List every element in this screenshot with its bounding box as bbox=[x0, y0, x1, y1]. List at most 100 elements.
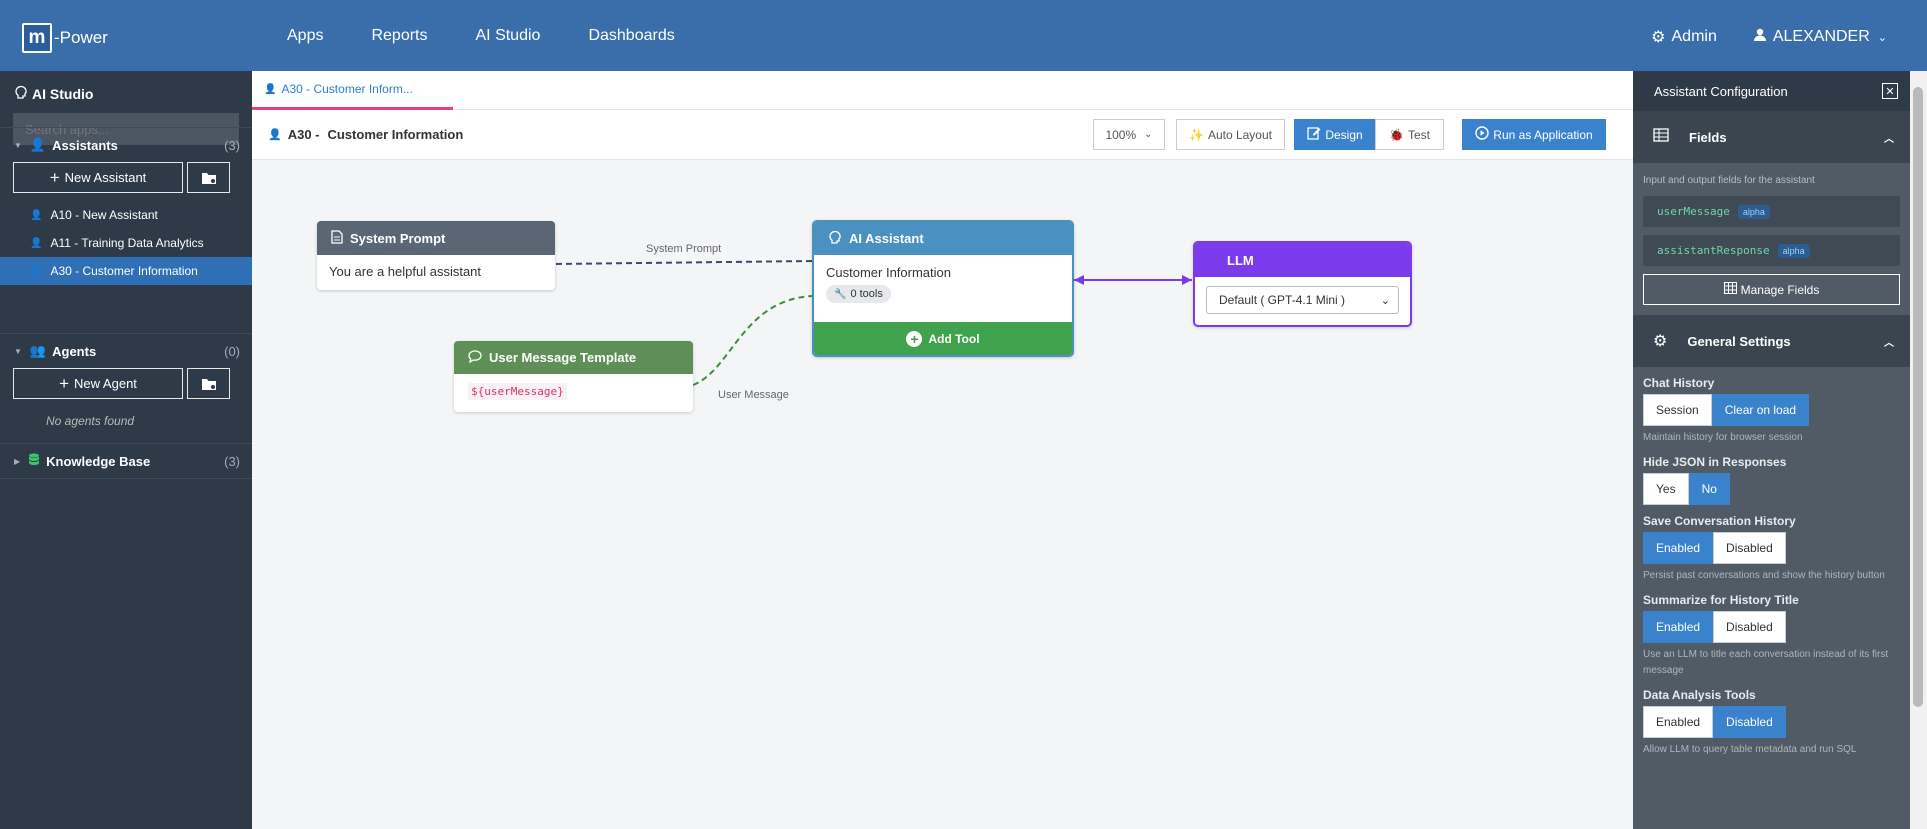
option-clear-on-load[interactable]: Clear on load bbox=[1711, 394, 1810, 426]
system-prompt-body: You are a helpful assistant bbox=[329, 264, 482, 279]
user-message-template-header[interactable]: User Message Template bbox=[454, 341, 693, 374]
top-navbar: m -Power Apps Reports AI Studio Dashboar… bbox=[0, 0, 1927, 71]
field-row[interactable]: assistantResponse alpha bbox=[1643, 235, 1900, 266]
admin-menu[interactable]: ⚙ Admin bbox=[1651, 27, 1717, 47]
admin-label: Admin bbox=[1671, 28, 1717, 45]
llm-model-select[interactable]: Default ( GPT-4.1 Mini ) ⌄ bbox=[1206, 286, 1399, 314]
assistants-count: (3) bbox=[224, 137, 240, 153]
option-disabled[interactable]: Disabled bbox=[1713, 532, 1786, 564]
table-icon bbox=[1653, 127, 1669, 147]
play-circle-icon bbox=[1475, 126, 1489, 143]
edit-icon bbox=[1307, 126, 1321, 143]
folder-icon bbox=[201, 172, 216, 184]
nav-dashboards[interactable]: Dashboards bbox=[588, 27, 674, 45]
design-button[interactable]: Design bbox=[1294, 119, 1376, 150]
setting-label: Data Analysis Tools bbox=[1643, 688, 1756, 702]
llm-title: LLM bbox=[1227, 252, 1254, 268]
option-disabled[interactable]: Disabled bbox=[1713, 706, 1786, 738]
person-icon: 👤 bbox=[30, 237, 43, 249]
knowledge-count: (3) bbox=[224, 453, 240, 469]
app-logo[interactable]: m -Power bbox=[22, 23, 108, 53]
user-message-edge-label: User Message bbox=[718, 389, 789, 401]
sidebar: AI Studio ▼ 👤 Assistants (3) + New Assis… bbox=[0, 71, 252, 829]
add-tool-label: Add Tool bbox=[928, 331, 980, 346]
agent-folder-button[interactable] bbox=[187, 368, 230, 399]
person-icon: 👤 bbox=[268, 129, 282, 141]
table-icon bbox=[1723, 282, 1737, 297]
username: ALEXANDER bbox=[1772, 28, 1870, 45]
close-icon[interactable]: ✕ bbox=[1882, 83, 1898, 99]
setting-description: Maintain history for browser session bbox=[1643, 432, 1803, 443]
hide-json-toggle: Yes No bbox=[1643, 473, 1910, 505]
assistants-section: ▼ 👤 Assistants (3) + New Assistant 👤 A10… bbox=[0, 127, 252, 285]
caret-down-icon: ▼ bbox=[14, 346, 22, 356]
tools-badge[interactable]: 🔧 0 tools bbox=[826, 285, 891, 303]
zoom-value: 100% bbox=[1105, 127, 1137, 142]
ai-assistant-name: Customer Information bbox=[826, 265, 951, 280]
page-title-prefix: A30 - bbox=[287, 127, 320, 142]
system-prompt-title: System Prompt bbox=[350, 230, 446, 246]
nav-reports[interactable]: Reports bbox=[371, 27, 427, 45]
auto-layout-button[interactable]: ✨ Auto Layout bbox=[1176, 119, 1285, 150]
run-as-application-button[interactable]: Run as Application bbox=[1462, 119, 1606, 150]
agents-header[interactable]: ▼ 👥 Agents (0) bbox=[0, 334, 252, 368]
person-icon: 👤 bbox=[29, 137, 47, 152]
new-assistant-button[interactable]: + New Assistant bbox=[13, 162, 183, 193]
option-enabled[interactable]: Enabled bbox=[1643, 532, 1714, 564]
setting-description: Allow LLM to query table metadata and ru… bbox=[1643, 744, 1857, 755]
llm-header[interactable]: LLM bbox=[1195, 243, 1410, 277]
panel-header: Assistant Configuration ✕ bbox=[1633, 71, 1910, 111]
assistant-item-active[interactable]: 👤 A30 - Customer Information bbox=[0, 257, 252, 285]
agents-section: ▼ 👥 Agents (0) + New Agent No agents fou… bbox=[0, 333, 252, 445]
add-tool-button[interactable]: + Add Tool bbox=[814, 322, 1072, 355]
assistants-header[interactable]: ▼ 👤 Assistants (3) bbox=[0, 128, 252, 162]
setting-label: Save Conversation History bbox=[1643, 514, 1796, 528]
general-settings-title: General Settings bbox=[1687, 333, 1791, 349]
design-label: Design bbox=[1325, 127, 1363, 142]
system-prompt-header[interactable]: System Prompt bbox=[317, 221, 555, 255]
wrench-icon: 🔧 bbox=[834, 288, 847, 300]
option-session[interactable]: Session bbox=[1643, 394, 1712, 426]
llm-model-value: Default ( GPT-4.1 Mini ) bbox=[1219, 293, 1346, 307]
option-enabled[interactable]: Enabled bbox=[1643, 706, 1714, 738]
editor-toolbar: 👤 A30 - Customer Information 100% ⌄ ✨ Au… bbox=[252, 110, 1633, 160]
general-settings-header[interactable]: ⚙ General Settings ︿ bbox=[1633, 315, 1910, 367]
new-agent-button[interactable]: + New Agent bbox=[13, 368, 183, 399]
knowledge-header[interactable]: ▶ Knowledge Base (3) bbox=[0, 444, 252, 478]
test-button[interactable]: 🐞 Test bbox=[1375, 119, 1444, 150]
nav-ai-studio[interactable]: AI Studio bbox=[476, 27, 541, 45]
system-prompt-node[interactable]: System Prompt You are a helpful assistan… bbox=[317, 221, 555, 290]
assistant-item[interactable]: 👤 A10 - New Assistant bbox=[0, 201, 252, 229]
option-yes[interactable]: Yes bbox=[1643, 473, 1689, 505]
tab-bar: 👤 A30 - Customer Inform... bbox=[252, 71, 1633, 110]
ai-assistant-node[interactable]: AI Assistant Customer Information 🔧 0 to… bbox=[812, 220, 1074, 357]
plus-icon: + bbox=[49, 167, 60, 187]
person-icon: 👤 bbox=[30, 209, 43, 221]
arrow-right-icon bbox=[1182, 275, 1192, 285]
field-row[interactable]: userMessage alpha bbox=[1643, 196, 1900, 227]
llm-node[interactable]: LLM Default ( GPT-4.1 Mini ) ⌄ bbox=[1193, 241, 1412, 327]
tab-customer-information[interactable]: 👤 A30 - Customer Inform... bbox=[252, 71, 453, 110]
user-message-template-node[interactable]: User Message Template ${userMessage} bbox=[454, 341, 693, 412]
assistant-actions: + New Assistant bbox=[0, 162, 252, 193]
option-disabled[interactable]: Disabled bbox=[1713, 611, 1786, 643]
knowledge-label: Knowledge Base bbox=[46, 453, 151, 469]
zoom-select[interactable]: 100% ⌄ bbox=[1093, 119, 1165, 150]
assistant-item[interactable]: 👤 A11 - Training Data Analytics bbox=[0, 229, 252, 257]
magic-wand-icon: ✨ bbox=[1188, 127, 1204, 142]
flow-canvas[interactable]: System Prompt User Message System Prompt… bbox=[252, 160, 1633, 829]
assistant-folder-button[interactable] bbox=[187, 162, 230, 193]
fields-section-header[interactable]: Fields ︿ bbox=[1633, 111, 1910, 163]
caret-right-icon: ▶ bbox=[14, 456, 21, 466]
setting-data-analysis-tools: Data Analysis Tools Enabled Disabled All… bbox=[1633, 688, 1910, 758]
chevron-down-icon: ⌄ bbox=[1877, 31, 1887, 44]
brain-icon bbox=[828, 230, 842, 247]
nav-apps[interactable]: Apps bbox=[287, 27, 323, 45]
manage-fields-button[interactable]: Manage Fields bbox=[1643, 274, 1900, 305]
ai-assistant-header[interactable]: AI Assistant bbox=[814, 222, 1072, 255]
option-enabled[interactable]: Enabled bbox=[1643, 611, 1714, 643]
option-no[interactable]: No bbox=[1688, 473, 1730, 505]
setting-label: Summarize for History Title bbox=[1643, 593, 1799, 607]
user-menu[interactable]: ALEXANDER ⌄ bbox=[1753, 28, 1887, 47]
panel-scrollbar-thumb[interactable] bbox=[1913, 87, 1923, 707]
